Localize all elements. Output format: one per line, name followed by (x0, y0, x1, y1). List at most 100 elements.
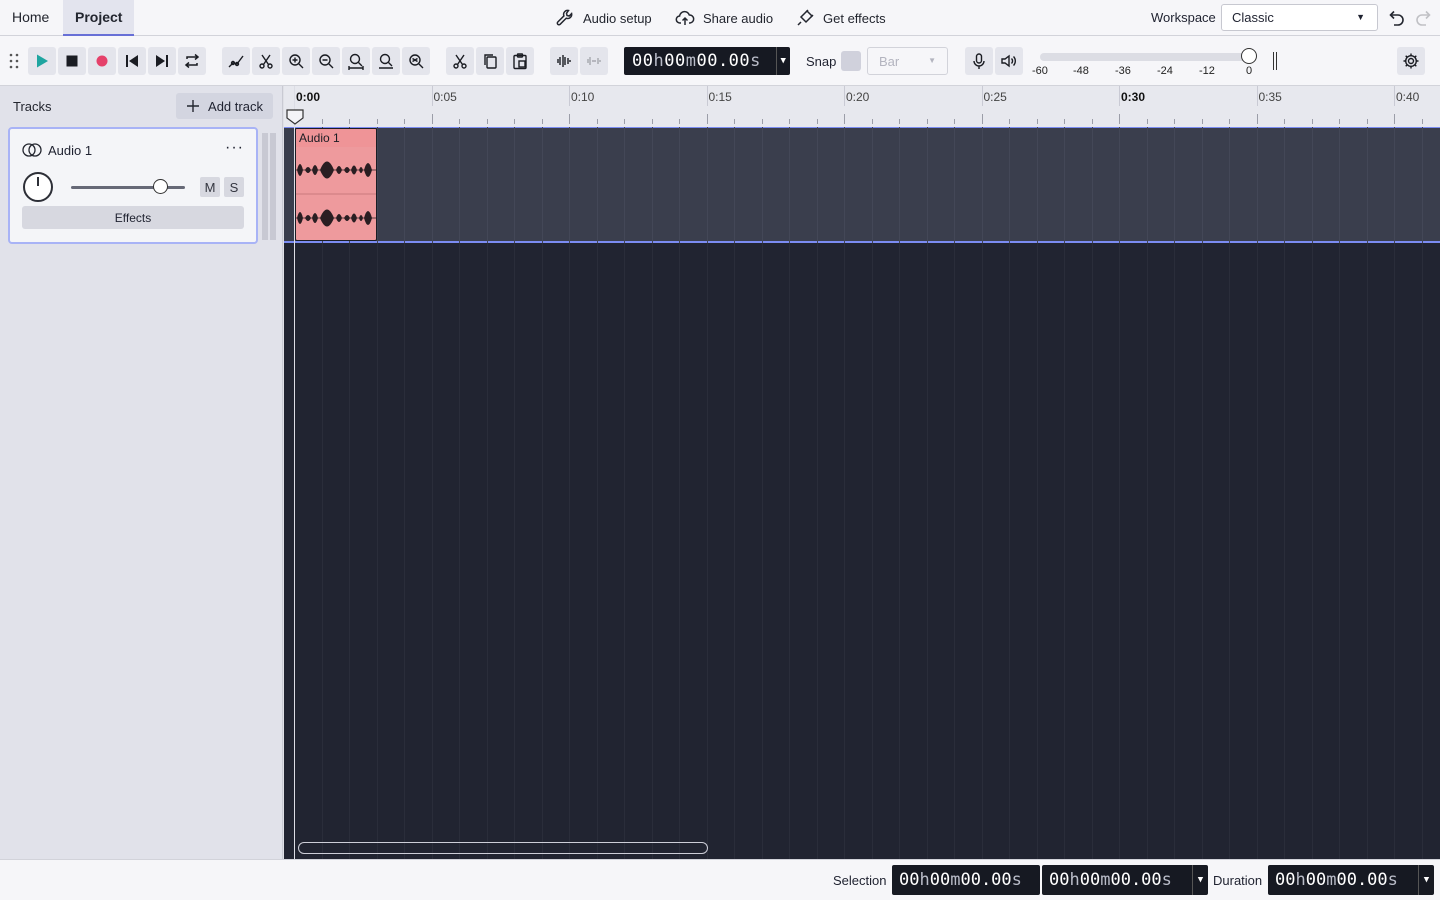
skip-to-start-button[interactable] (118, 47, 146, 75)
track-volume-thumb[interactable] (153, 179, 168, 194)
drag-handle-icon[interactable] (8, 53, 20, 69)
ruler-label: 0:30 (1121, 90, 1146, 104)
ruler-tick (569, 114, 570, 124)
solo-button[interactable]: S (224, 177, 244, 197)
selection-end-display[interactable]: 00 h 00 m 00.00 s ▼ (1042, 865, 1208, 895)
grid-line (486, 243, 488, 859)
zoom-toggle-button[interactable] (402, 47, 430, 75)
ruler-tick (1311, 119, 1313, 124)
tracks-panel: Tracks Add track Audio 1 ··· M S Effects (0, 86, 283, 859)
stereo-icon (22, 143, 42, 157)
get-effects-button[interactable]: Get effects (795, 0, 886, 36)
grid-line (541, 127, 543, 243)
track-header-audio-1[interactable]: Audio 1 ··· M S Effects (8, 127, 258, 244)
undo-icon[interactable] (1385, 7, 1407, 29)
multi-tool-button[interactable] (252, 47, 280, 75)
ruler-tick (1284, 119, 1285, 124)
playback-meter-button[interactable] (995, 47, 1023, 75)
record-button[interactable] (88, 47, 116, 75)
skip-to-end-button[interactable] (148, 47, 176, 75)
ruler-tick (1036, 119, 1038, 124)
add-track-button[interactable]: Add track (176, 93, 273, 119)
paste-button[interactable] (506, 47, 534, 75)
snap-checkbox[interactable] (841, 51, 861, 71)
settings-button[interactable] (1397, 47, 1425, 75)
dur-seconds: 00.00 (1336, 870, 1388, 890)
grid-line (459, 243, 460, 859)
grid-line (1229, 243, 1230, 859)
grid-line (486, 127, 488, 243)
horizontal-scrollbar[interactable] (298, 842, 708, 854)
workspace-select[interactable]: Classic ▼ (1221, 4, 1378, 31)
grid-line (1091, 127, 1093, 243)
cloud-upload-icon (675, 10, 695, 25)
stop-button[interactable] (58, 47, 86, 75)
grid-line (1119, 127, 1120, 243)
copy-button[interactable] (476, 47, 504, 75)
grid-line (1064, 127, 1065, 243)
selection-start-display[interactable]: 00 h 00 m 00.00 s (892, 865, 1040, 895)
record-meter-button[interactable] (965, 47, 993, 75)
timeline-ruler[interactable]: 0:00 0:05 0:10 0:15 0:20 0:25 0:30 0:35 0:40 (284, 86, 1440, 127)
trim-icon (557, 55, 571, 67)
audio-clip[interactable]: Audio 1 (295, 128, 377, 241)
effects-button[interactable]: Effects (22, 206, 244, 229)
silence-button[interactable] (580, 47, 608, 75)
mute-button[interactable]: M (200, 177, 220, 197)
grid-line (899, 243, 900, 859)
snap-unit-select[interactable]: Bar ▼ (867, 47, 948, 75)
speaker-icon (1001, 54, 1016, 68)
grid-line (789, 243, 790, 859)
ruler-separator (1256, 86, 1258, 106)
zoom-out-button[interactable] (312, 47, 340, 75)
playback-time-display[interactable]: 00 h 00 m 00.00 s ▼ (624, 47, 790, 75)
zoom-in-button[interactable] (282, 47, 310, 75)
duration-format-dropdown-icon[interactable]: ▼ (1418, 865, 1434, 895)
sel-end-seconds: 00.00 (1110, 870, 1162, 890)
time-format-dropdown-icon[interactable]: ▼ (776, 47, 790, 75)
tab-home[interactable]: Home (0, 0, 61, 36)
ruler-tick (651, 119, 653, 124)
playback-volume-thumb[interactable] (1241, 48, 1257, 64)
redo-icon[interactable] (1413, 7, 1435, 29)
playhead-handle-icon[interactable] (286, 109, 304, 125)
grid-line (1036, 127, 1038, 243)
grid-line (1036, 243, 1038, 859)
track-name[interactable]: Audio 1 (48, 143, 92, 158)
loop-button[interactable] (178, 47, 206, 75)
playback-volume-slider[interactable] (1040, 53, 1250, 61)
grid-line (954, 243, 955, 859)
paste-icon (513, 53, 527, 70)
fit-project-button[interactable] (372, 47, 400, 75)
grid-line (1339, 243, 1340, 859)
audio-setup-button[interactable]: Audio setup (555, 0, 652, 36)
ruler-label: 0:20 (846, 90, 870, 104)
cut-button[interactable] (446, 47, 474, 75)
grid-line (349, 243, 350, 859)
gear-icon (1403, 53, 1419, 69)
share-audio-label: Share audio (703, 10, 774, 26)
play-button[interactable] (28, 47, 56, 75)
tab-project[interactable]: Project (63, 0, 135, 36)
share-audio-button[interactable]: Share audio (675, 0, 773, 36)
grid-line (1421, 243, 1423, 859)
ruler-separator (569, 86, 570, 106)
track-menu-button[interactable]: ··· (225, 139, 244, 157)
ruler-tick (486, 119, 488, 124)
pan-knob[interactable] (23, 172, 53, 202)
dur-minutes-unit: m (1326, 870, 1337, 890)
automation-tool-button[interactable] (222, 47, 250, 75)
sel-start-hours: 00 (899, 870, 920, 890)
clip-title[interactable]: Audio 1 (296, 129, 376, 147)
time-minutes: 00 (664, 51, 686, 71)
grid-line (706, 243, 708, 859)
fit-selection-button[interactable] (342, 47, 370, 75)
grid-line (431, 243, 433, 859)
plus-icon (187, 100, 200, 112)
grid-line (1146, 127, 1148, 243)
selection-format-dropdown-icon[interactable]: ▼ (1192, 865, 1208, 895)
timeline[interactable]: 0:00 0:05 0:10 0:15 0:20 0:25 0:30 0:35 0:40 Aud… (284, 86, 1440, 859)
duration-display[interactable]: 00 h 00 m 00.00 s ▼ (1268, 865, 1434, 895)
trim-button[interactable] (550, 47, 578, 75)
track-lane-audio-1[interactable] (284, 127, 1440, 243)
